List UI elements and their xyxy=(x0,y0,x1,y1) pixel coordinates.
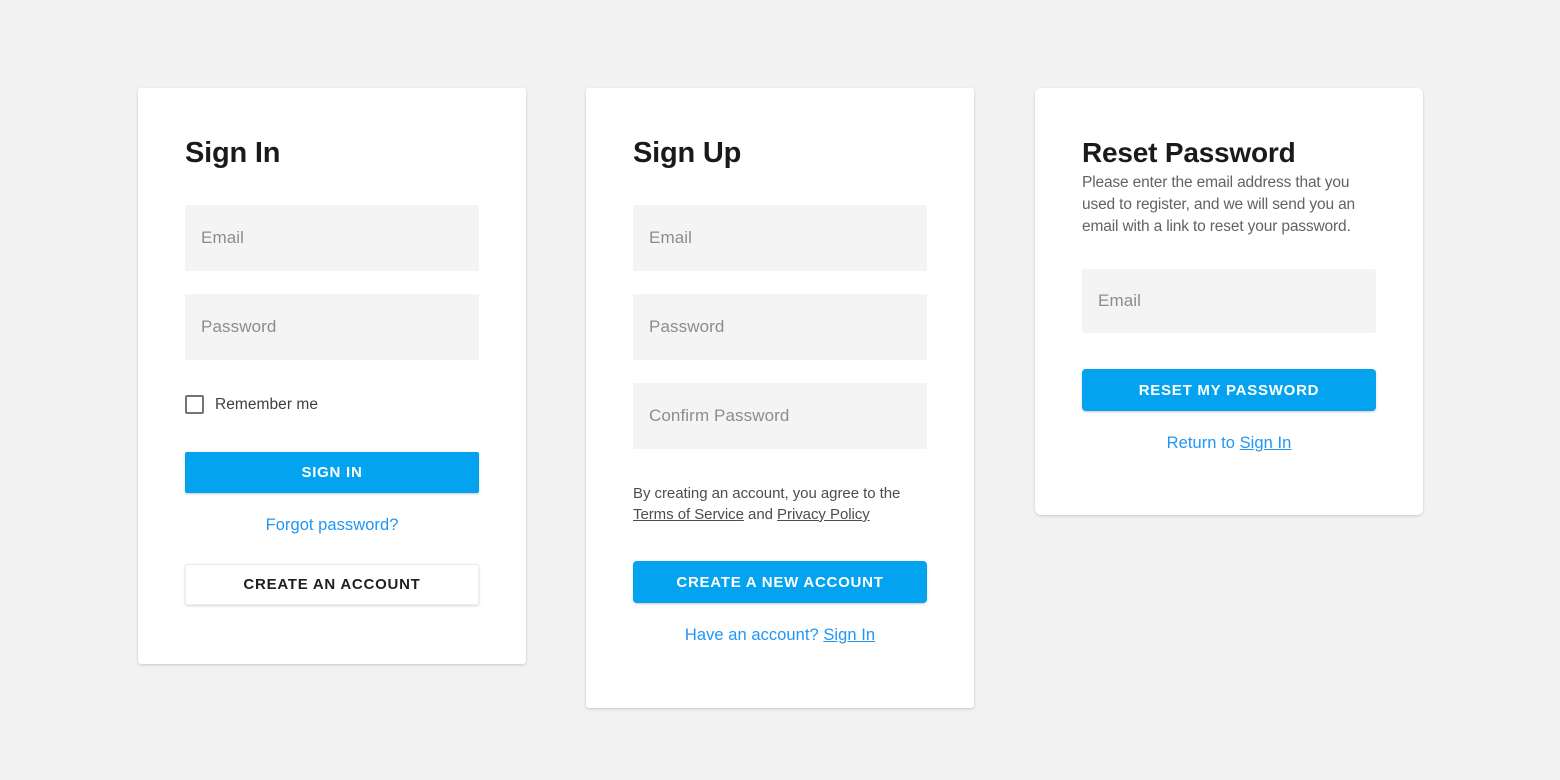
reset-email-input[interactable]: Email xyxy=(1082,269,1376,333)
sign-up-confirm-password-input[interactable]: Confirm Password xyxy=(633,383,927,449)
sign-up-title: Sign Up xyxy=(633,137,742,169)
legal-conjunction: and xyxy=(748,505,773,523)
sign-in-button[interactable]: SIGN IN xyxy=(185,452,479,493)
privacy-policy-link[interactable]: Privacy Policy xyxy=(777,506,870,523)
sign-in-email-placeholder: Email xyxy=(201,228,245,247)
sign-up-email-input[interactable]: Email xyxy=(633,205,927,271)
create-a-new-account-button[interactable]: CREATE A NEW ACCOUNT xyxy=(633,561,927,603)
sign-in-password-input[interactable]: Password xyxy=(185,294,479,360)
reset-password-description: Please enter the email address that you … xyxy=(1082,174,1356,235)
have-account-row: Have an account? Sign In xyxy=(633,626,927,645)
return-prefix: Return to xyxy=(1166,434,1235,452)
sign-in-password-placeholder: Password xyxy=(201,317,277,336)
legal-text: By creating an account, you agree to the… xyxy=(633,484,927,526)
sign-up-sign-in-link[interactable]: Sign In xyxy=(823,626,875,644)
reset-password-card: Reset Password Please enter the email ad… xyxy=(1035,88,1423,515)
return-to-sign-in-row: Return to Sign In xyxy=(1082,434,1376,453)
sign-up-card: Sign Up Email Password Confirm Password … xyxy=(586,88,974,708)
forgot-password-row: Forgot password? xyxy=(185,516,479,535)
sign-in-email-input[interactable]: Email xyxy=(185,205,479,271)
sign-up-password-input[interactable]: Password xyxy=(633,294,927,360)
reset-email-placeholder: Email xyxy=(1098,291,1142,310)
sign-in-card: Sign In Email Password Remember me SIGN … xyxy=(138,88,526,664)
create-an-account-button[interactable]: CREATE AN ACCOUNT xyxy=(185,564,479,605)
reset-sign-in-link[interactable]: Sign In xyxy=(1240,434,1292,452)
forgot-password-link[interactable]: Forgot password? xyxy=(266,516,399,534)
reset-my-password-button[interactable]: RESET MY PASSWORD xyxy=(1082,369,1376,411)
legal-prefix: By creating an account, you agree to the xyxy=(633,485,901,502)
checkbox-icon[interactable] xyxy=(185,395,204,414)
remember-me-row[interactable]: Remember me xyxy=(185,395,318,414)
have-account-prefix: Have an account? xyxy=(684,626,819,644)
sign-up-confirm-password-placeholder: Confirm Password xyxy=(649,406,790,425)
reset-password-title: Reset Password xyxy=(1082,137,1296,168)
terms-of-service-link[interactable]: Terms of Service xyxy=(633,506,744,523)
sign-up-email-placeholder: Email xyxy=(649,228,693,247)
remember-me-label: Remember me xyxy=(215,395,319,413)
sign-in-title: Sign In xyxy=(185,137,281,169)
sign-up-password-placeholder: Password xyxy=(649,317,725,336)
